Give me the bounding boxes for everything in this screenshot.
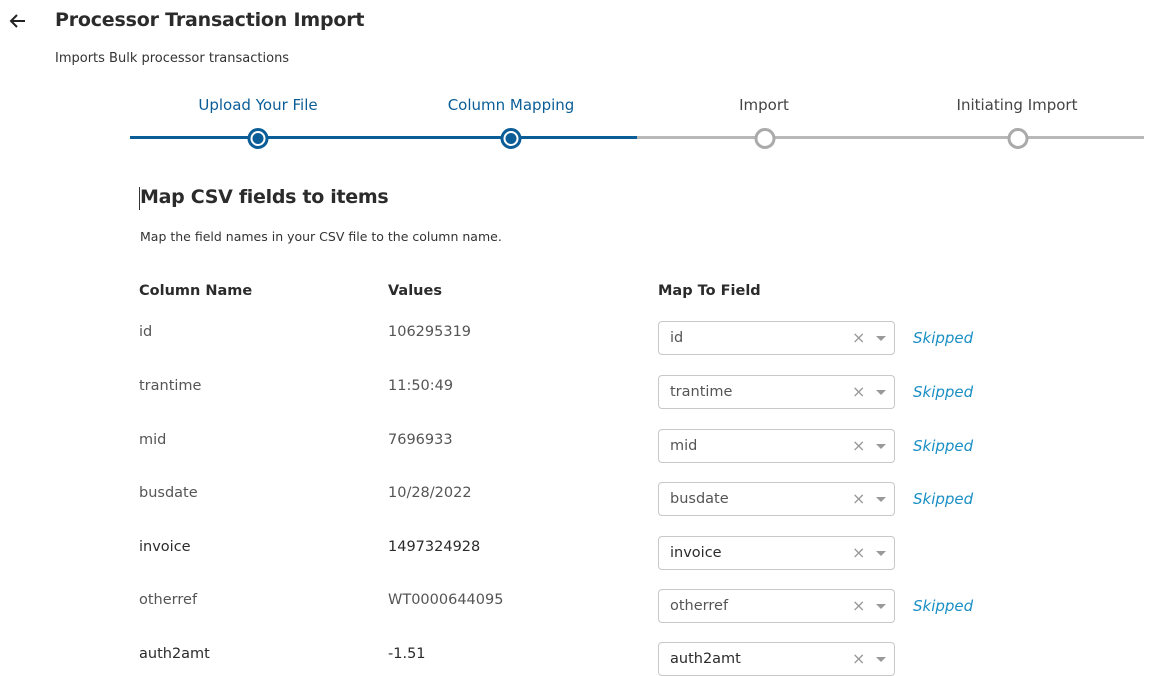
header-values: Values bbox=[388, 283, 442, 299]
close-icon[interactable]: × bbox=[852, 436, 865, 455]
map-field-value: otherref bbox=[670, 598, 729, 614]
column-name-cell: mid bbox=[139, 432, 167, 448]
column-name-cell: busdate bbox=[139, 485, 198, 501]
column-name-cell: invoice bbox=[139, 539, 191, 555]
back-button[interactable] bbox=[8, 10, 28, 32]
value-cell: WT0000644095 bbox=[388, 592, 504, 608]
section-title: Map CSV fields to items bbox=[140, 186, 389, 208]
import-stepper: Upload Your File Column Mapping Import I… bbox=[130, 90, 1144, 150]
step-dot-import bbox=[754, 128, 776, 149]
page-subtitle: Imports Bulk processor transactions bbox=[55, 51, 290, 66]
map-field-select[interactable]: mid × bbox=[658, 429, 895, 463]
step-label-initiating-import[interactable]: Initiating Import bbox=[957, 96, 1078, 114]
step-dot-upload bbox=[247, 128, 269, 149]
header-column-name: Column Name bbox=[139, 283, 253, 299]
map-field-select[interactable]: busdate × bbox=[658, 482, 895, 516]
skipped-status[interactable]: Skipped bbox=[913, 329, 973, 347]
stepper-remaining-line bbox=[637, 136, 1144, 139]
value-cell: 11:50:49 bbox=[388, 378, 454, 394]
map-field-select[interactable]: otherref × bbox=[658, 589, 895, 623]
close-icon[interactable]: × bbox=[852, 543, 865, 562]
step-dot-initiating-import bbox=[1007, 128, 1029, 149]
arrow-left-icon bbox=[9, 14, 25, 28]
value-cell: 10/28/2022 bbox=[388, 485, 472, 501]
map-field-select[interactable]: trantime × bbox=[658, 375, 895, 409]
close-icon[interactable]: × bbox=[852, 596, 865, 615]
skipped-status[interactable]: Skipped bbox=[913, 437, 973, 455]
step-label-column-mapping[interactable]: Column Mapping bbox=[448, 96, 575, 114]
column-name-cell: otherref bbox=[139, 592, 198, 608]
step-label-import[interactable]: Import bbox=[739, 96, 789, 114]
column-name-cell: trantime bbox=[139, 378, 202, 394]
caret-down-icon[interactable] bbox=[876, 551, 886, 556]
close-icon[interactable]: × bbox=[852, 649, 865, 668]
map-field-value: trantime bbox=[670, 384, 733, 400]
caret-down-icon[interactable] bbox=[876, 604, 886, 609]
map-field-value: id bbox=[670, 330, 684, 346]
map-field-select[interactable]: id × bbox=[658, 321, 895, 355]
value-cell: 1497324928 bbox=[388, 539, 481, 555]
map-field-value: busdate bbox=[670, 491, 729, 507]
page-title: Processor Transaction Import bbox=[55, 9, 365, 31]
caret-down-icon[interactable] bbox=[876, 390, 886, 395]
value-cell: 7696933 bbox=[388, 432, 453, 448]
step-dot-column-mapping bbox=[500, 128, 522, 149]
skipped-status[interactable]: Skipped bbox=[913, 490, 973, 508]
map-field-select[interactable]: auth2amt × bbox=[658, 642, 895, 676]
value-cell: 106295319 bbox=[388, 324, 472, 340]
section-description: Map the field names in your CSV file to … bbox=[140, 229, 502, 244]
stepper-progress-line bbox=[130, 136, 637, 139]
caret-down-icon[interactable] bbox=[876, 336, 886, 341]
header-map-to-field: Map To Field bbox=[658, 283, 761, 299]
caret-down-icon[interactable] bbox=[876, 497, 886, 502]
skipped-status[interactable]: Skipped bbox=[913, 597, 973, 615]
close-icon[interactable]: × bbox=[852, 328, 865, 347]
close-icon[interactable]: × bbox=[852, 382, 865, 401]
map-field-select[interactable]: invoice × bbox=[658, 536, 895, 570]
skipped-status[interactable]: Skipped bbox=[913, 383, 973, 401]
map-field-value: mid bbox=[670, 438, 698, 454]
map-field-value: invoice bbox=[670, 545, 722, 561]
close-icon[interactable]: × bbox=[852, 489, 865, 508]
caret-down-icon[interactable] bbox=[876, 444, 886, 449]
step-label-upload[interactable]: Upload Your File bbox=[198, 96, 317, 114]
map-field-value: auth2amt bbox=[670, 651, 741, 667]
column-name-cell: id bbox=[139, 324, 153, 340]
